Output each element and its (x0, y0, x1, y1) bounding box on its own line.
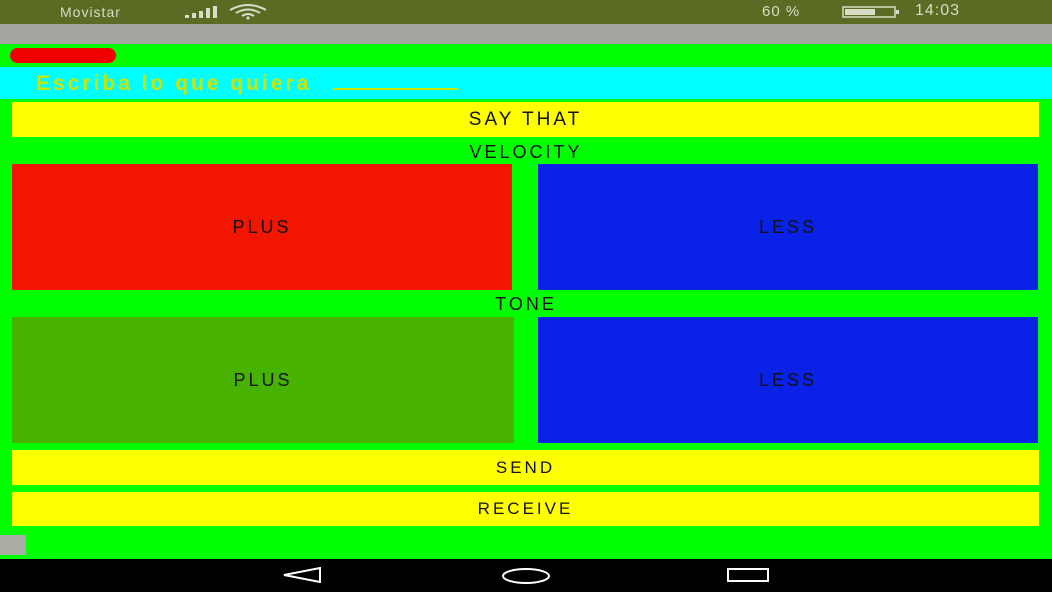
velocity-plus-button[interactable]: PLUS (12, 164, 512, 290)
clock: 14:03 (915, 2, 961, 19)
signal-icon (185, 6, 217, 18)
tone-label: TONE (495, 294, 557, 314)
scrollbar-thumb[interactable] (0, 535, 26, 555)
say-that-button[interactable]: SAY THAT (12, 102, 1039, 137)
battery-icon (842, 6, 899, 18)
tone-plus-button[interactable]: PLUS (12, 317, 514, 443)
text-input-row (0, 67, 1052, 99)
velocity-less-button[interactable]: LESS (538, 164, 1038, 290)
recents-icon[interactable] (726, 567, 770, 583)
wifi-icon (229, 4, 267, 20)
send-button[interactable]: SEND (12, 450, 1039, 485)
status-bar: Movistar 60 % 14:03 (0, 0, 1052, 24)
home-icon[interactable] (501, 567, 551, 585)
battery-percent: 60 % (762, 3, 801, 20)
carrier-name: Movistar (60, 4, 121, 20)
message-input[interactable] (34, 70, 938, 98)
app-bar (0, 24, 1052, 44)
velocity-label: VELOCITY (469, 142, 583, 162)
spellcheck-underline (333, 88, 458, 90)
tone-less-button[interactable]: LESS (538, 317, 1038, 443)
navigation-bar (0, 559, 1052, 592)
back-icon[interactable] (282, 567, 322, 583)
receive-button[interactable]: RECEIVE (12, 492, 1039, 526)
red-scribble-mark (10, 48, 116, 63)
